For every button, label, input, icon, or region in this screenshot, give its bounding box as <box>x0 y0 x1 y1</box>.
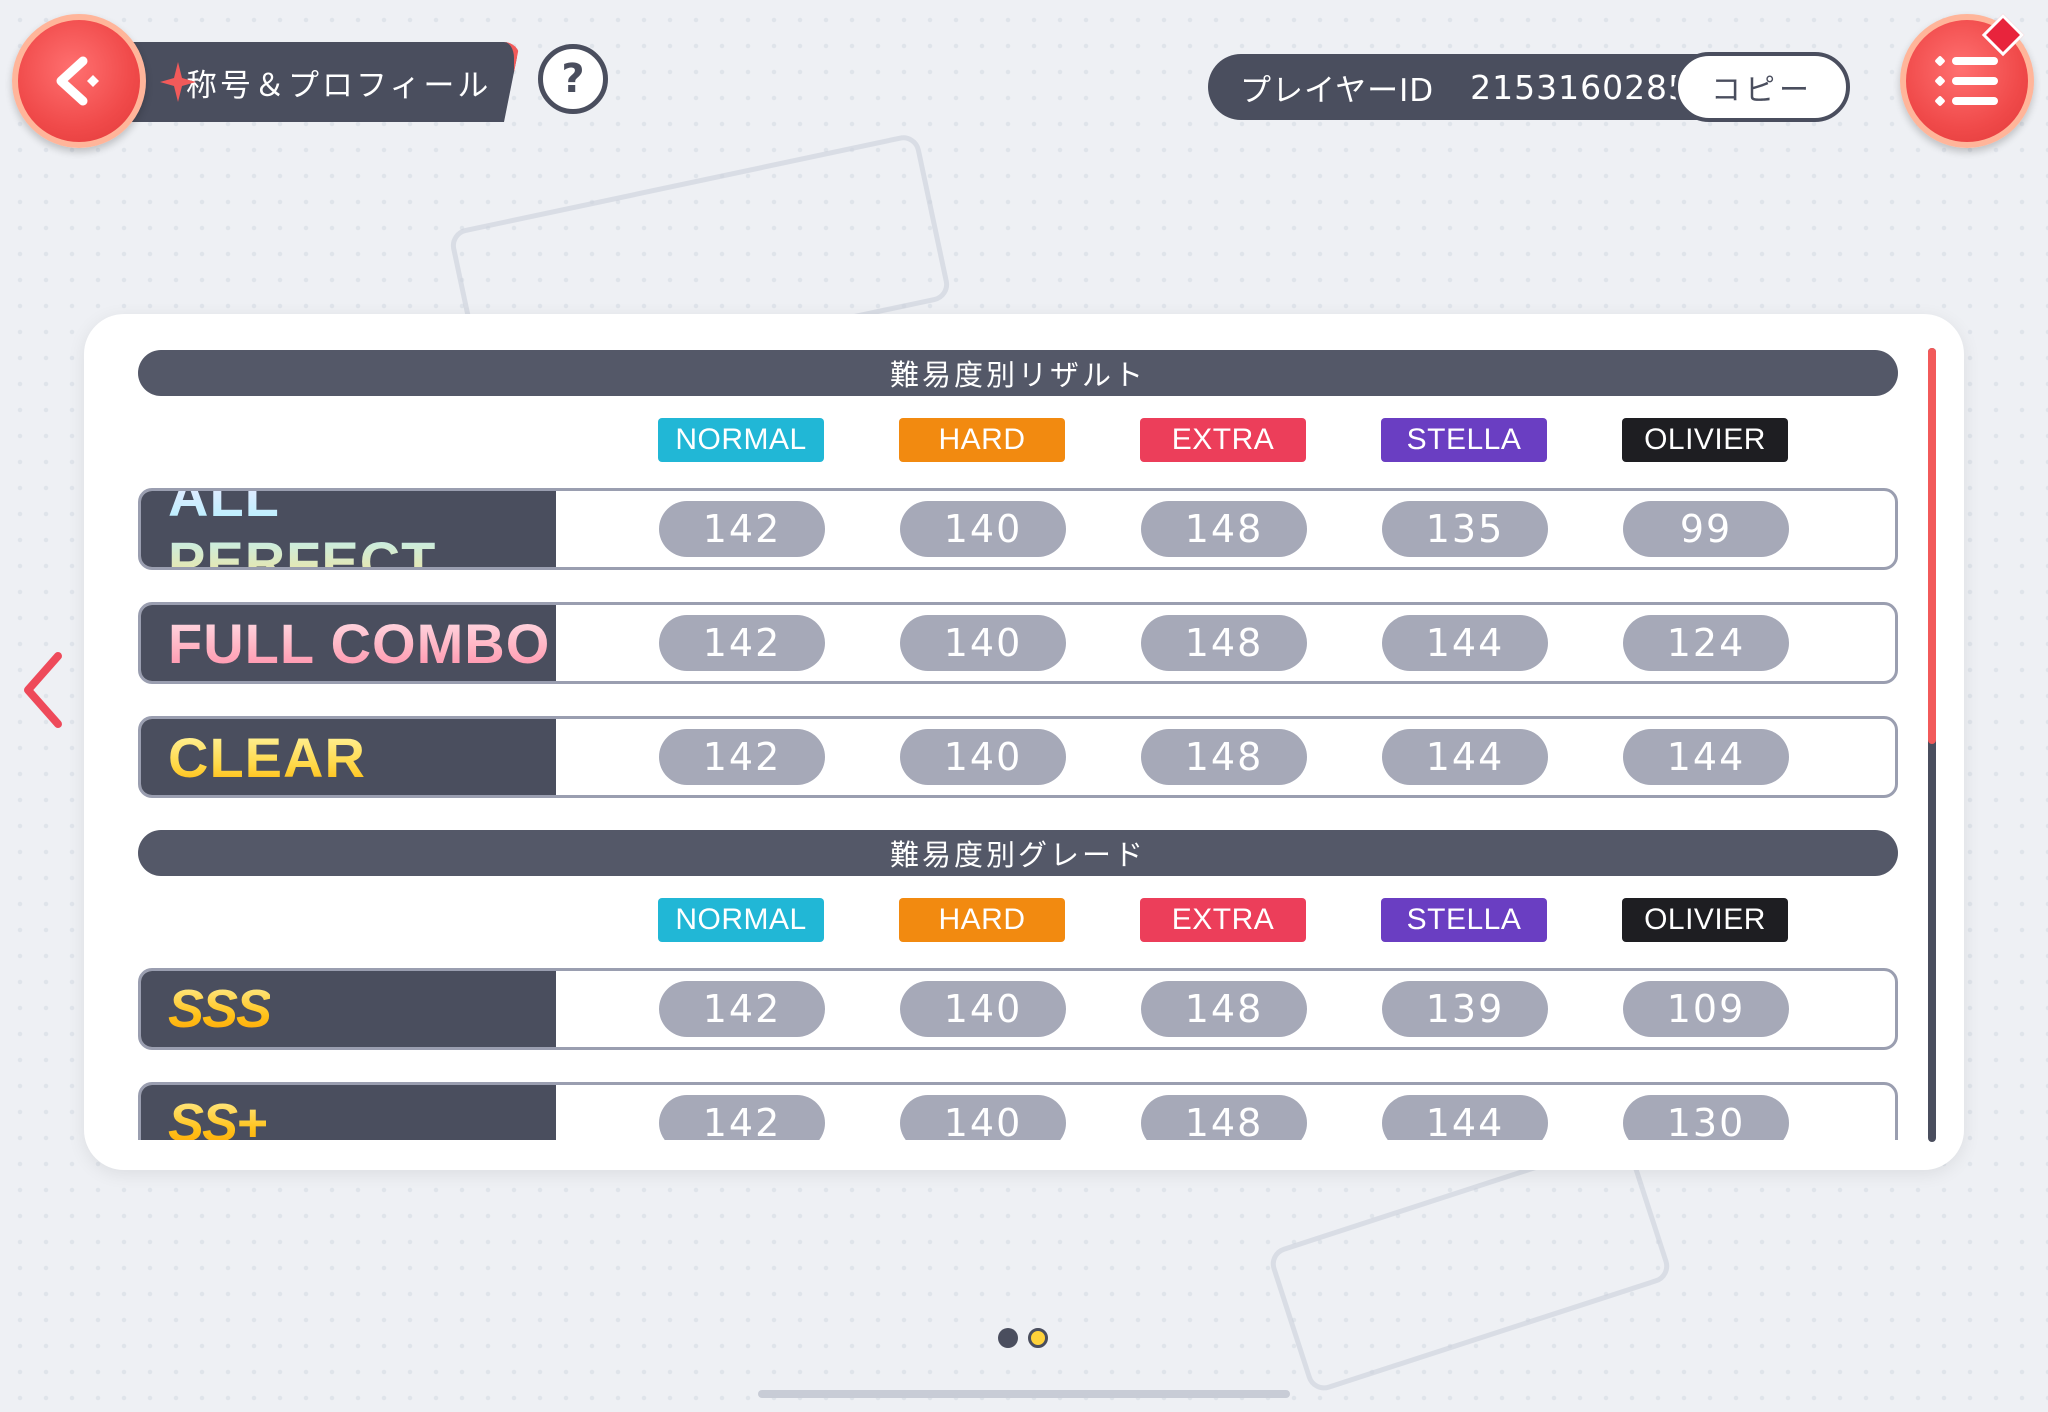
difficulty-tag-hard: HARD <box>899 898 1065 942</box>
difficulty-tag-stella: STELLA <box>1381 418 1547 462</box>
row-label-bg: FULL COMBO <box>141 605 556 681</box>
value-pill: 144 <box>1382 729 1548 785</box>
value-pill: 148 <box>1141 1095 1307 1140</box>
row-label-bg: SSS <box>141 971 556 1047</box>
value-pill: 140 <box>900 729 1066 785</box>
stats-scroll-area[interactable]: 難易度別リザルト NORMAL HARD EXTRA STELLA OLIVIE… <box>138 350 1898 1140</box>
scrollbar-thumb[interactable] <box>1928 348 1936 744</box>
value-pill: 142 <box>659 981 825 1037</box>
row-label-bg: ALL PERFECT <box>141 491 556 567</box>
page-dot[interactable] <box>1028 1328 1048 1348</box>
difficulty-tag-olivier: OLIVIER <box>1622 898 1788 942</box>
value-pill: 144 <box>1382 1095 1548 1140</box>
grades-section-header: 難易度別グレード <box>138 830 1898 876</box>
value-pill: 140 <box>900 501 1066 557</box>
value-pill: 140 <box>900 981 1066 1037</box>
difficulty-tag-olivier: OLIVIER <box>1622 418 1788 462</box>
player-id-label: プレイヤーID <box>1240 72 1435 109</box>
results-section: 難易度別リザルト NORMAL HARD EXTRA STELLA OLIVIE… <box>138 350 1898 798</box>
value-pill: 142 <box>659 1095 825 1140</box>
help-button[interactable]: ? <box>538 44 608 114</box>
difficulty-tag-extra: EXTRA <box>1140 898 1306 942</box>
page-dot-active[interactable] <box>998 1328 1018 1348</box>
grade-row-sss: SSS 142 140 148 139 109 <box>138 968 1898 1050</box>
back-arrow-icon <box>56 56 99 106</box>
value-pill: 140 <box>900 615 1066 671</box>
back-button[interactable] <box>12 14 146 148</box>
grades-section: 難易度別グレード NORMAL HARD EXTRA STELLA OLIVIE… <box>138 830 1898 1140</box>
value-pill: 142 <box>659 615 825 671</box>
profile-stats-card: 難易度別リザルト NORMAL HARD EXTRA STELLA OLIVIE… <box>84 314 1964 1170</box>
difficulty-tag-stella: STELLA <box>1381 898 1547 942</box>
value-pill: 148 <box>1141 501 1307 557</box>
list-icon <box>1935 56 1998 106</box>
results-title: 難易度別リザルト <box>889 358 1146 392</box>
difficulty-header-row: NORMAL HARD EXTRA STELLA OLIVIER <box>138 876 1898 968</box>
grades-title: 難易度別グレード <box>889 838 1146 872</box>
copy-button[interactable]: コピー <box>1674 52 1850 122</box>
difficulty-header-row: NORMAL HARD EXTRA STELLA OLIVIER <box>138 396 1898 488</box>
value-pill: 148 <box>1141 981 1307 1037</box>
result-row-clear: CLEAR 142 140 148 144 144 <box>138 716 1898 798</box>
value-pill: 142 <box>659 729 825 785</box>
question-icon: ? <box>561 56 585 102</box>
page-title: 称号＆プロフィール <box>186 67 492 104</box>
value-pill: 99 <box>1623 501 1789 557</box>
value-pill: 124 <box>1623 615 1789 671</box>
all-perfect-label: ALL PERFECT <box>168 491 556 567</box>
row-label-bg: SS+ <box>141 1085 556 1140</box>
background-pattern <box>1266 1134 1674 1396</box>
value-pill: 139 <box>1382 981 1548 1037</box>
difficulty-tag-normal: NORMAL <box>658 418 824 462</box>
value-pill: 144 <box>1623 729 1789 785</box>
copy-label: コピー <box>1711 73 1813 108</box>
clear-label: CLEAR <box>168 725 366 789</box>
previous-page-arrow-icon[interactable] <box>18 650 68 730</box>
difficulty-tag-extra: EXTRA <box>1140 418 1306 462</box>
sparkle-icon <box>160 62 196 102</box>
player-id-value: 2153160285 <box>1470 67 1691 107</box>
value-pill: 142 <box>659 501 825 557</box>
value-pill: 109 <box>1623 981 1789 1037</box>
full-combo-label: FULL COMBO <box>168 611 551 675</box>
difficulty-tag-normal: NORMAL <box>658 898 824 942</box>
grade-sss-label: SSS <box>168 979 272 1039</box>
result-row-all-perfect: ALL PERFECT 142 140 148 135 99 <box>138 488 1898 570</box>
result-row-full-combo: FULL COMBO 142 140 148 144 124 <box>138 602 1898 684</box>
value-pill: 135 <box>1382 501 1548 557</box>
row-label-bg: CLEAR <box>141 719 556 795</box>
grade-row-ss-plus: SS+ 142 140 148 144 130 <box>138 1082 1898 1140</box>
value-pill: 148 <box>1141 729 1307 785</box>
value-pill: 148 <box>1141 615 1307 671</box>
value-pill: 144 <box>1382 615 1548 671</box>
page-indicator <box>998 1328 1048 1348</box>
home-indicator <box>758 1390 1290 1398</box>
grade-ss-plus-label: SS+ <box>168 1092 268 1140</box>
value-pill: 130 <box>1623 1095 1789 1140</box>
value-pill: 140 <box>900 1095 1066 1140</box>
difficulty-tag-hard: HARD <box>899 418 1065 462</box>
results-section-header: 難易度別リザルト <box>138 350 1898 396</box>
